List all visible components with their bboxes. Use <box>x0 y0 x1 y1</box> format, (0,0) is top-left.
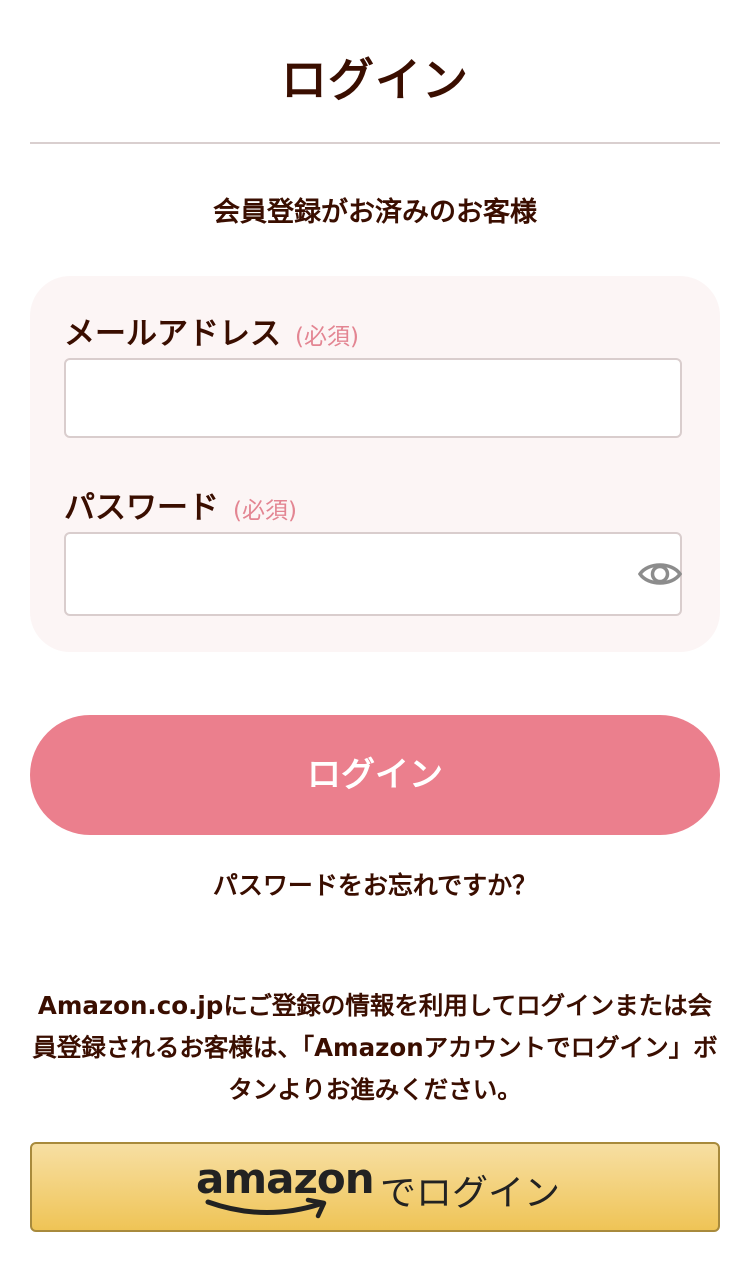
email-input[interactable] <box>64 358 682 438</box>
password-label-text: パスワード <box>64 490 219 526</box>
email-label: メールアドレス (必須) <box>64 308 359 353</box>
password-input[interactable] <box>64 532 682 616</box>
amazon-login-button[interactable]: amazon でログイン <box>30 1142 720 1232</box>
section-title: 会員登録がお済みのお客様 <box>213 197 537 228</box>
amazon-smile-icon <box>205 1197 327 1219</box>
password-label: パスワード (必須) <box>64 482 297 527</box>
header-divider <box>30 142 720 144</box>
amazon-logo: amazon <box>196 1154 375 1222</box>
page-title: ログイン <box>281 53 469 107</box>
password-required-mark: (必須) <box>233 498 297 524</box>
email-label-text: メールアドレス <box>64 316 281 352</box>
amazon-login-note: Amazon.co.jpにご登録の情報を利用してログインまたは会員登録されるお客… <box>32 991 718 1104</box>
amazon-login-label: でログイン <box>380 1173 561 1214</box>
login-button[interactable]: ログイン <box>30 715 720 835</box>
forgot-password-link[interactable]: パスワードをお忘れですか？ <box>0 866 750 902</box>
eye-icon[interactable] <box>637 556 683 592</box>
email-required-mark: (必須) <box>295 324 359 350</box>
